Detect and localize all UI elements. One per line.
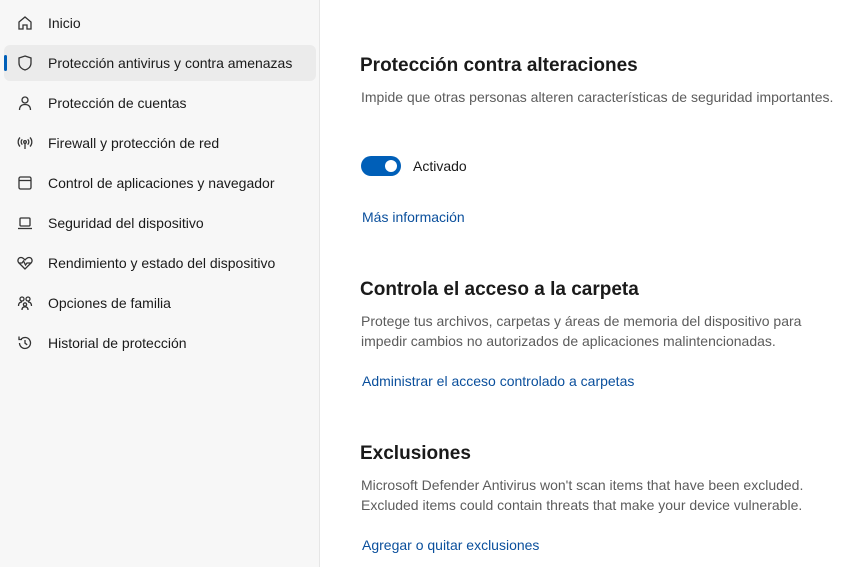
app-window-icon xyxy=(16,174,34,192)
person-icon xyxy=(16,94,34,112)
history-icon xyxy=(16,334,34,352)
sidebar-item-label: Seguridad del dispositivo xyxy=(48,215,204,231)
exclusions-title: Exclusiones xyxy=(360,443,471,464)
folder-access-description: Protege tus archivos, carpetas y áreas d… xyxy=(361,313,802,349)
toggle-knob xyxy=(385,160,397,172)
heart-pulse-icon xyxy=(16,254,34,272)
exclusions-description: Microsoft Defender Antivirus won't scan … xyxy=(361,477,804,513)
sidebar-item-virus-protection[interactable]: Protección antivirus y contra amenazas xyxy=(4,45,316,81)
main-content: Protección contra alteraciones Impide qu… xyxy=(321,0,863,567)
sidebar-item-label: Historial de protección xyxy=(48,335,187,351)
sidebar-item-label: Inicio xyxy=(48,15,81,31)
shield-icon xyxy=(16,54,34,72)
tamper-protection-toggle[interactable] xyxy=(361,156,401,176)
folder-access-title: Controla el acceso a la carpeta xyxy=(360,279,639,300)
sidebar-item-label: Rendimiento y estado del dispositivo xyxy=(48,255,276,271)
sidebar-item-label: Firewall y protección de red xyxy=(48,135,220,151)
sidebar-item-app-browser-control[interactable]: Control de aplicaciones y navegador xyxy=(4,165,316,201)
home-icon xyxy=(16,14,34,32)
sidebar-item-label: Protección de cuentas xyxy=(48,95,187,111)
sidebar-item-family-options[interactable]: Opciones de familia xyxy=(4,285,316,321)
sidebar-item-account-protection[interactable]: Protección de cuentas xyxy=(4,85,316,121)
sidebar-item-protection-history[interactable]: Historial de protección xyxy=(4,325,316,361)
antenna-icon xyxy=(16,134,34,152)
sidebar-item-device-security[interactable]: Seguridad del dispositivo xyxy=(4,205,316,241)
sidebar-item-home[interactable]: Inicio xyxy=(4,5,316,41)
sidebar-item-label: Control de aplicaciones y navegador xyxy=(48,175,275,191)
sidebar: Inicio Protección antivirus y contra ame… xyxy=(0,0,320,567)
tamper-protection-toggle-row: Activado xyxy=(361,154,467,178)
sidebar-item-label: Protección antivirus y contra amenazas xyxy=(48,55,293,71)
family-icon xyxy=(16,294,34,312)
tamper-protection-title: Protección contra alteraciones xyxy=(360,55,638,76)
add-remove-exclusions-link[interactable]: Agregar o quitar exclusiones xyxy=(362,537,539,553)
tamper-protection-description: Impide que otras personas alteren caract… xyxy=(361,89,834,105)
sidebar-item-firewall[interactable]: Firewall y protección de red xyxy=(4,125,316,161)
laptop-icon xyxy=(16,214,34,232)
manage-folder-access-link[interactable]: Administrar el acceso controlado a carpe… xyxy=(362,373,634,389)
windows-security-window: Inicio Protección antivirus y contra ame… xyxy=(0,0,863,567)
toggle-state-label: Activado xyxy=(413,158,467,174)
sidebar-item-label: Opciones de familia xyxy=(48,295,171,311)
more-info-link[interactable]: Más información xyxy=(362,209,465,225)
sidebar-item-device-performance[interactable]: Rendimiento y estado del dispositivo xyxy=(4,245,316,281)
